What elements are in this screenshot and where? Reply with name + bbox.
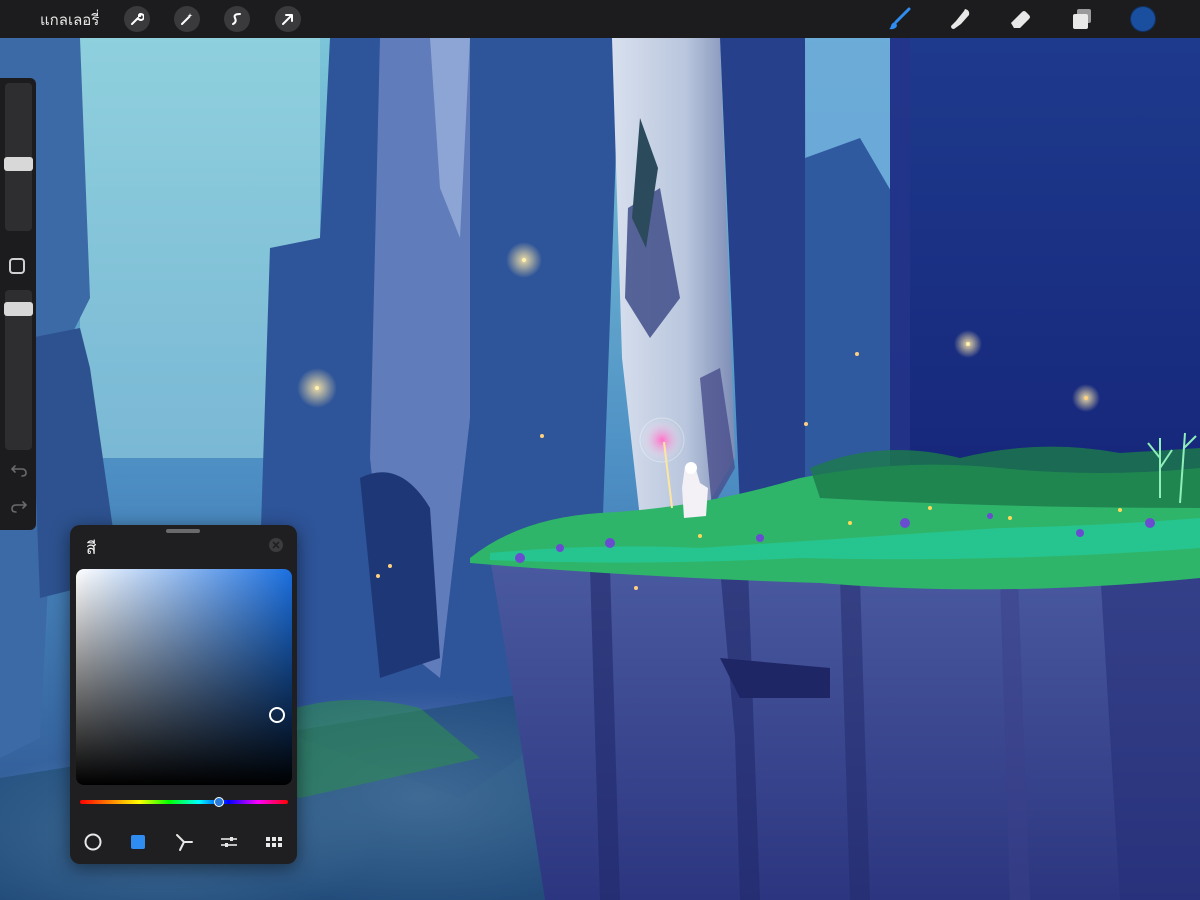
opacity-knob[interactable]: [4, 302, 33, 316]
left-sidebar: [0, 78, 36, 530]
panel-grabber[interactable]: [166, 529, 200, 533]
wrench-icon[interactable]: [124, 6, 150, 32]
close-icon[interactable]: [269, 538, 283, 552]
disc-icon[interactable]: [80, 831, 106, 853]
panel-title: สี: [86, 539, 97, 559]
undo-icon[interactable]: [8, 462, 30, 480]
top-toolbar: แกลเลอรี่: [0, 0, 1200, 38]
hue-slider-knob[interactable]: [214, 797, 224, 807]
saturation-brightness-picker[interactable]: [76, 569, 292, 785]
gallery-button[interactable]: แกลเลอรี่: [40, 8, 99, 32]
magic-wand-icon[interactable]: [174, 6, 200, 32]
eraser-icon[interactable]: [1005, 4, 1035, 34]
smudge-icon[interactable]: [945, 4, 975, 34]
palettes-icon[interactable]: [261, 831, 287, 853]
brush-icon[interactable]: [885, 4, 915, 34]
classic-icon[interactable]: [125, 831, 151, 853]
layers-icon[interactable]: [1067, 4, 1097, 34]
current-color-swatch[interactable]: [1130, 6, 1156, 32]
modify-button[interactable]: [9, 258, 25, 274]
hue-slider[interactable]: [80, 800, 288, 804]
transform-arrow-icon[interactable]: [275, 6, 301, 32]
redo-icon[interactable]: [8, 498, 30, 516]
brush-size-knob[interactable]: [4, 157, 33, 171]
harmony-icon[interactable]: [171, 831, 197, 853]
color-panel: สี: [70, 525, 297, 864]
color-picker-cursor[interactable]: [269, 707, 285, 723]
value-icon[interactable]: [216, 831, 242, 853]
selection-icon[interactable]: [224, 6, 250, 32]
